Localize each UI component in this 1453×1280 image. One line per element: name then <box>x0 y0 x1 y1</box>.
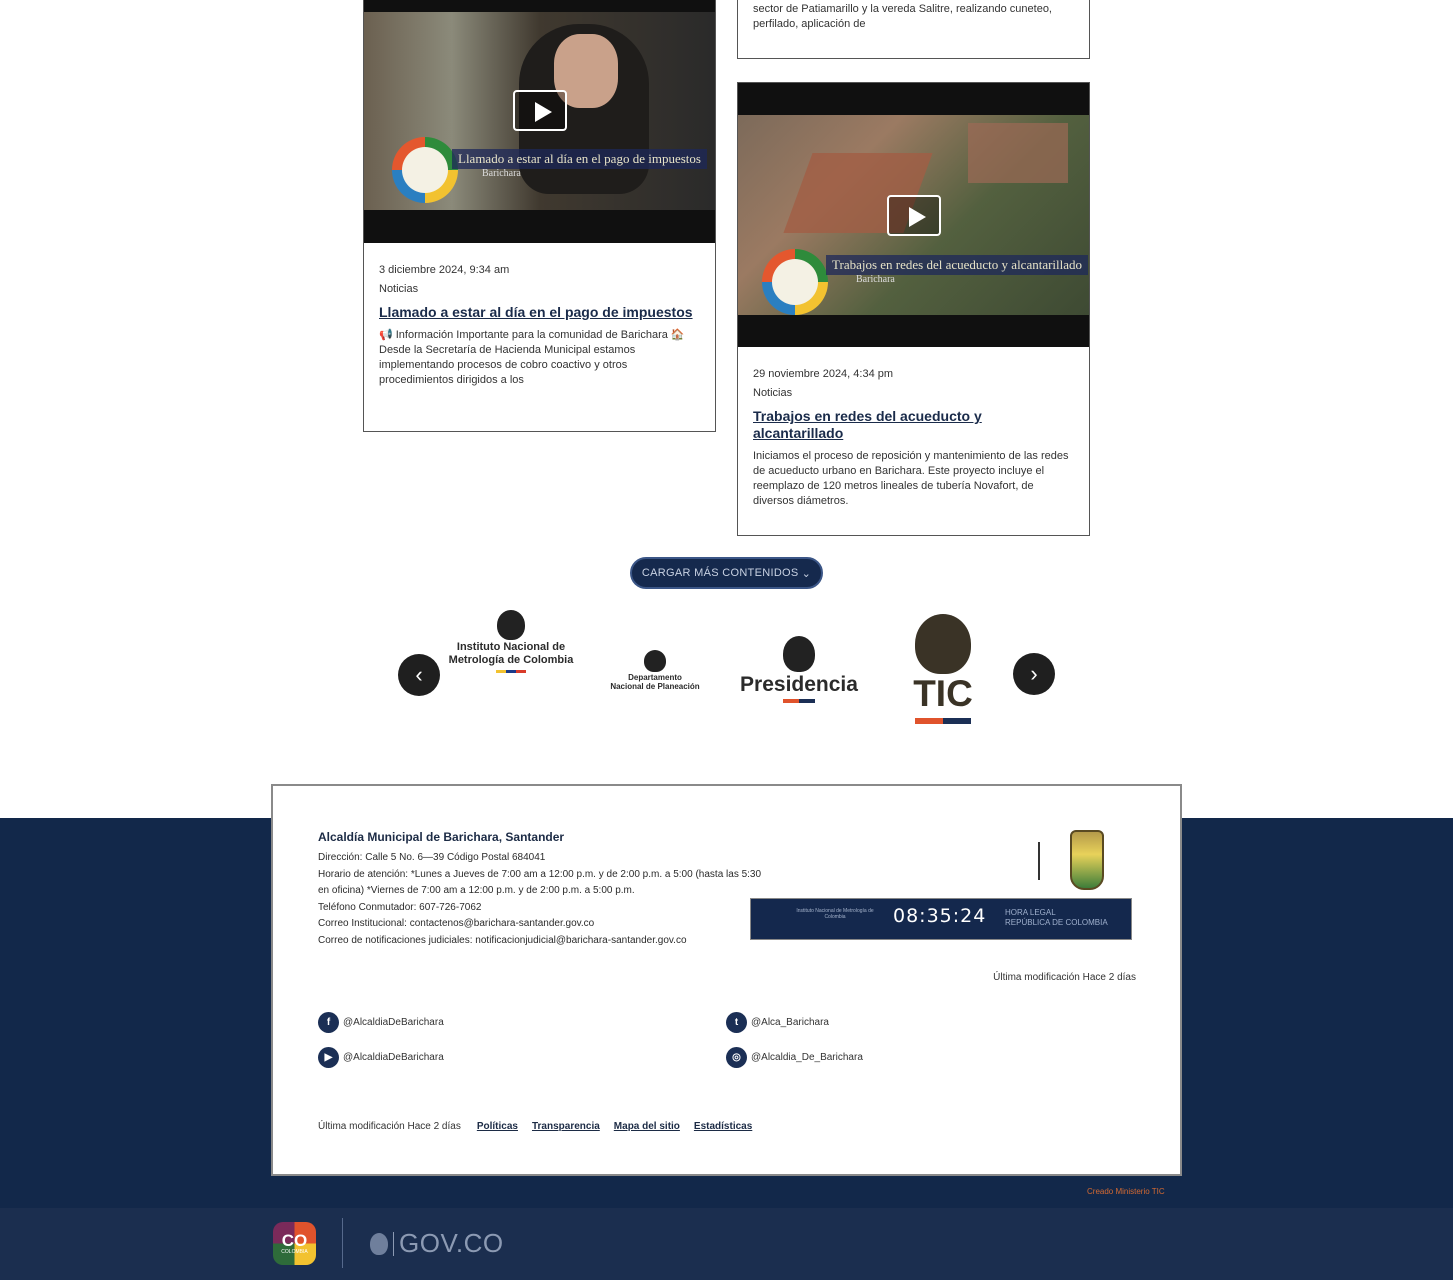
colombia-crest-icon <box>370 1232 388 1255</box>
colombia-crest-icon <box>783 636 815 672</box>
carousel-next-button[interactable]: › <box>1013 653 1055 695</box>
social-facebook[interactable]: f @AlcaldiaDeBarichara <box>318 1012 444 1033</box>
chevron-left-icon: ‹ <box>415 662 423 687</box>
link-mapa-del-sitio[interactable]: Mapa del sitio <box>614 1121 680 1132</box>
co-logo[interactable]: CO COLOMBIA <box>273 1222 316 1265</box>
municipal-shield-icon <box>1070 830 1104 890</box>
govco-logo[interactable]: GOV.CO <box>370 1228 504 1259</box>
legal-time: 08:35:24 <box>893 905 987 927</box>
video-caption: Llamado a estar al día en el pago de imp… <box>452 149 707 169</box>
social-twitter[interactable]: t @Alca_Barichara <box>726 1012 829 1033</box>
footer-contact: Dirección: Calle 5 No. 6—39 Código Posta… <box>318 850 763 950</box>
legal-time-line1: HORA LEGAL <box>1005 908 1056 917</box>
video-subcaption: Barichara <box>482 168 521 179</box>
news-card-category: Noticias <box>753 387 793 399</box>
play-button[interactable] <box>513 90 567 131</box>
legal-time-line2: REPÚBLICA DE COLOMBIA <box>1005 918 1108 927</box>
twitter-icon: t <box>726 1012 747 1033</box>
news-card-category: Noticias <box>379 283 419 295</box>
colombia-crest-icon <box>644 650 666 672</box>
footer-hours: Horario de atención: *Lunes a Jueves de … <box>318 868 762 897</box>
news-card-title[interactable]: Llamado a estar al día en el pago de imp… <box>379 304 700 321</box>
footer-legal-email[interactable]: Correo de notificaciones judiciales: not… <box>318 933 763 950</box>
load-more-label: CARGAR MÁS CONTENIDOS <box>641 567 799 579</box>
news-card-excerpt: sector de Patiamarillo y la vereda Salit… <box>753 3 1052 30</box>
news-video[interactable]: Llamado a estar al día en el pago de imp… <box>364 0 715 243</box>
chevron-down-icon: ⌄ <box>801 567 812 580</box>
news-card: Llamado a estar al día en el pago de imp… <box>363 0 716 432</box>
municipal-seal-icon <box>762 249 828 315</box>
social-handle: @Alca_Barichara <box>751 1017 829 1028</box>
govco-text: GOV.CO <box>399 1228 504 1258</box>
footer-title: Alcaldía Municipal de Barichara, Santand… <box>318 830 565 844</box>
footer-email[interactable]: Correo Institucional: contactenos@barich… <box>318 916 763 933</box>
divider <box>342 1218 343 1268</box>
load-more-button[interactable]: CARGAR MÁS CONTENIDOS ⌄ <box>630 557 823 589</box>
youtube-icon: ▶ <box>318 1047 339 1068</box>
link-politicas[interactable]: Políticas <box>477 1121 518 1132</box>
footer-phone: Teléfono Conmutador: 607-726-7062 <box>318 901 482 913</box>
logo-presidencia[interactable]: Presidencia <box>736 636 862 703</box>
divider <box>1038 842 1040 880</box>
colombia-crest-icon <box>915 614 971 674</box>
footer-card: Alcaldía Municipal de Barichara, Santand… <box>271 784 1182 1176</box>
news-card: sector de Patiamarillo y la vereda Salit… <box>737 0 1090 59</box>
social-handle: @Alcaldia_De_Barichara <box>751 1052 863 1063</box>
divider <box>393 1231 394 1256</box>
link-transparencia[interactable]: Transparencia <box>532 1121 600 1132</box>
video-caption: Trabajos en redes del acueducto y alcant… <box>826 255 1089 275</box>
social-youtube[interactable]: ▶ @AlcaldiaDeBarichara <box>318 1047 444 1068</box>
news-card-title[interactable]: Trabajos en redes del acueducto y alcant… <box>753 408 1074 442</box>
social-handle: @AlcaldiaDeBarichara <box>343 1052 444 1063</box>
chevron-right-icon: › <box>1030 661 1038 686</box>
logo-mintic-text: TIC <box>913 673 973 714</box>
social-handle: @AlcaldiaDeBarichara <box>343 1017 444 1028</box>
news-card-date: 3 diciembre 2024, 9:34 am <box>379 264 510 276</box>
last-modified: Última modificación Hace 2 días <box>993 972 1136 983</box>
instagram-icon: ◎ <box>726 1047 747 1068</box>
govco-bar: CO COLOMBIA GOV.CO <box>0 1208 1453 1280</box>
footer-bottom-links: Última modificación Hace 2 días Política… <box>318 1121 752 1132</box>
social-instagram[interactable]: ◎ @Alcaldia_De_Barichara <box>726 1047 863 1068</box>
credit-text[interactable]: Creado Ministerio TIC <box>1087 1187 1165 1196</box>
bottom-last-modified: Última modificación Hace 2 días <box>318 1121 461 1132</box>
video-subcaption: Barichara <box>856 274 895 285</box>
logo-inm-line1: Instituto Nacional de <box>456 641 566 653</box>
news-card-excerpt: 📢 Información Importante para la comunid… <box>379 329 685 386</box>
carousel-prev-button[interactable]: ‹ <box>398 654 440 696</box>
legal-time-label: HORA LEGAL REPÚBLICA DE COLOMBIA <box>1005 908 1108 928</box>
logo-dnp-line1: Departamento <box>628 673 682 682</box>
news-card-date: 29 noviembre 2024, 4:34 pm <box>753 368 894 380</box>
logo-dnp-line2: Nacional de Planeación <box>610 682 700 691</box>
municipal-seal-icon <box>392 137 458 203</box>
play-button[interactable] <box>887 195 941 236</box>
logo-presidencia-text: Presidencia <box>740 673 858 696</box>
co-logo-text: CO <box>281 1231 308 1250</box>
inm-label: Instituto Nacional de Metrología de Colo… <box>796 908 874 920</box>
logo-mintic[interactable]: TIC <box>905 614 981 724</box>
logo-dnp[interactable]: Departamento Nacional de Planeación <box>604 650 706 691</box>
link-estadisticas[interactable]: Estadísticas <box>694 1121 752 1132</box>
logo-inm[interactable]: Instituto Nacional de Metrología de Colo… <box>440 610 582 673</box>
colombia-crest-icon <box>497 610 525 640</box>
co-logo-sub: COLOMBIA <box>281 1249 308 1255</box>
facebook-icon: f <box>318 1012 339 1033</box>
news-card-excerpt: Iniciamos el proceso de reposición y man… <box>753 450 1069 507</box>
logo-inm-line2: Metrología de Colombia <box>448 654 574 666</box>
legal-time-widget: Instituto Nacional de Metrología de Colo… <box>750 898 1132 940</box>
footer-address: Dirección: Calle 5 No. 6—39 Código Posta… <box>318 852 546 863</box>
news-video[interactable]: Trabajos en redes del acueducto y alcant… <box>738 83 1089 347</box>
news-card: Trabajos en redes del acueducto y alcant… <box>737 82 1090 536</box>
